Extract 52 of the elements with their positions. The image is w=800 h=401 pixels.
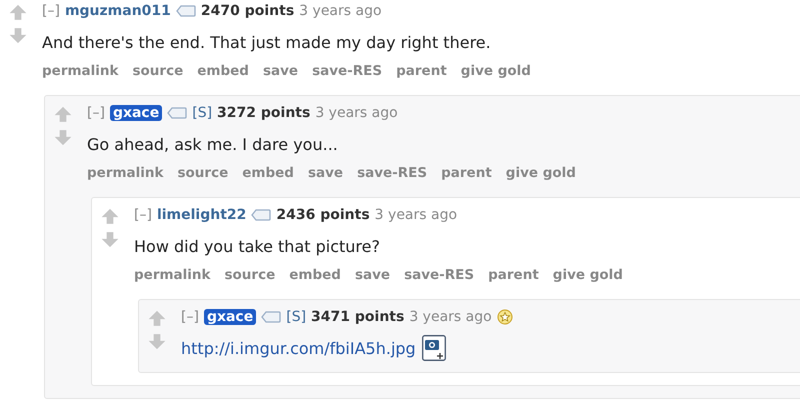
points-count: 3471 points (311, 309, 404, 325)
action-link[interactable]: source (178, 165, 228, 181)
image-link[interactable]: http://i.imgur.com/fbiIA5h.jpg (181, 338, 416, 358)
tag-icon[interactable] (251, 209, 272, 221)
username-link[interactable]: gxace (204, 309, 256, 325)
action-link[interactable]: save-RES (312, 63, 382, 79)
action-link[interactable]: parent (488, 267, 539, 283)
action-link[interactable]: permalink (87, 165, 164, 181)
action-link[interactable]: embed (242, 165, 294, 181)
action-link[interactable]: parent (441, 165, 492, 181)
collapse-toggle[interactable]: [–] (181, 309, 199, 325)
comment-text: Go ahead, ask me. I dare you... (87, 134, 338, 154)
vote-arrows-icon[interactable] (8, 3, 28, 45)
action-link[interactable]: save-RES (357, 165, 428, 181)
collapse-toggle[interactable]: [–] (87, 105, 105, 121)
vote-arrows-icon[interactable] (147, 309, 167, 351)
timestamp: 3 years ago (299, 3, 382, 19)
collapse-toggle[interactable]: [–] (134, 207, 152, 223)
comment-text: How did you take that picture? (134, 236, 380, 256)
timestamp: 3 years ago (315, 105, 398, 121)
action-link[interactable]: give gold (460, 63, 531, 79)
collapse-toggle[interactable]: [–] (42, 3, 60, 19)
vote-arrows-icon[interactable] (100, 207, 120, 249)
points-count: 2470 points (200, 3, 294, 19)
action-link[interactable]: source (132, 63, 184, 79)
submitter-mark: [S] (192, 105, 212, 121)
submitter-mark: [S] (286, 309, 306, 325)
action-link[interactable]: save-RES (404, 267, 474, 283)
action-link[interactable]: permalink (42, 63, 118, 79)
action-link[interactable]: give gold (506, 165, 576, 181)
timestamp: 3 years ago (409, 309, 492, 325)
username-link[interactable]: limelight22 (156, 207, 246, 223)
action-link[interactable]: embed (197, 63, 249, 79)
action-link[interactable]: save (354, 267, 390, 283)
action-link[interactable]: source (224, 267, 276, 283)
action-link[interactable]: save (262, 63, 298, 79)
action-link[interactable]: save (308, 165, 344, 181)
username-link[interactable]: gxace (110, 105, 162, 121)
action-link[interactable]: parent (396, 63, 447, 79)
comment-text: And there's the end. That just made my day right there. (42, 32, 491, 52)
image-expand-icon[interactable] (422, 335, 446, 361)
tag-icon[interactable] (261, 311, 282, 323)
tag-icon[interactable] (167, 107, 188, 119)
action-link[interactable]: give gold (552, 267, 623, 283)
action-link[interactable]: permalink (134, 267, 210, 283)
tag-icon[interactable] (176, 5, 196, 17)
username-link[interactable]: mguzman011 (64, 3, 171, 19)
action-link[interactable]: embed (289, 267, 341, 283)
timestamp: 3 years ago (374, 207, 458, 223)
points-count: 3272 points (217, 105, 310, 121)
vote-arrows-icon[interactable] (53, 105, 73, 147)
points-count: 2436 points (276, 207, 370, 223)
